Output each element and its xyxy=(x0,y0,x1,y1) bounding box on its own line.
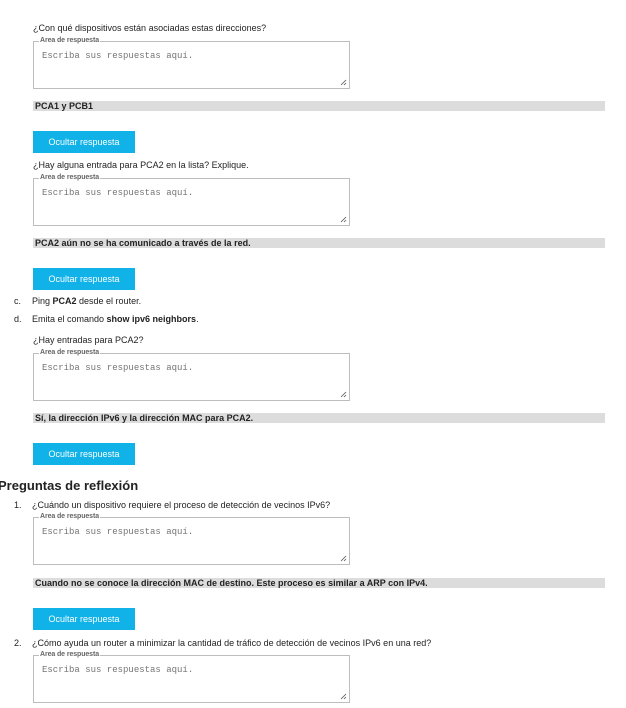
answer-area-legend: Area de respuesta xyxy=(40,174,99,181)
hide-answer-button[interactable]: Ocultar respuesta xyxy=(33,608,135,630)
answer-area-legend: Area de respuesta xyxy=(40,651,99,658)
step-bold-text: show ipv6 neighbors xyxy=(106,314,197,324)
answer-textarea[interactable] xyxy=(34,185,349,231)
step-marker: d. xyxy=(14,314,22,324)
answer-textarea[interactable] xyxy=(34,662,349,708)
answer-text: Sí, la dirección IPv6 y la dirección MAC… xyxy=(33,413,605,423)
answer-area: Area de respuesta xyxy=(33,651,350,708)
step-text: Ping xyxy=(32,296,53,306)
question-text: ¿Hay entradas para PCA2? xyxy=(33,335,144,345)
item-marker: 2. xyxy=(14,638,22,648)
answer-area-legend: Area de respuesta xyxy=(40,349,99,356)
question-text: ¿Cómo ayuda un router a minimizar la can… xyxy=(32,638,432,648)
item-marker: 1. xyxy=(14,500,22,510)
question-text: ¿Con qué dispositivos están asociadas es… xyxy=(33,23,267,33)
hide-answer-button[interactable]: Ocultar respuesta xyxy=(33,131,135,153)
resize-grip-icon[interactable] xyxy=(339,215,347,223)
answer-text: PCA2 aún no se ha comunicado a través de… xyxy=(33,238,605,248)
answer-area: Area de respuesta xyxy=(33,513,350,570)
resize-grip-icon[interactable] xyxy=(339,390,347,398)
answer-area: Area de respuesta xyxy=(33,349,350,406)
answer-area: Area de respuesta xyxy=(33,37,350,94)
question-text: ¿Hay alguna entrada para PCA2 en la list… xyxy=(33,160,249,170)
step-text: . xyxy=(196,314,199,324)
answer-area-legend: Area de respuesta xyxy=(40,513,99,520)
step-bold-text: PCA2 xyxy=(52,296,77,306)
resize-grip-icon[interactable] xyxy=(339,692,347,700)
answer-area: Area de respuesta xyxy=(33,174,350,231)
question-text: ¿Cuándo un dispositivo requiere el proce… xyxy=(32,500,331,510)
step-text: desde el router. xyxy=(76,296,142,306)
answer-textarea[interactable] xyxy=(34,48,349,94)
answer-text: Cuando no se conoce la dirección MAC de … xyxy=(33,578,605,588)
resize-grip-icon[interactable] xyxy=(339,78,347,86)
answer-area-legend: Area de respuesta xyxy=(40,37,99,44)
section-heading: Preguntas de reflexión xyxy=(0,478,139,493)
answer-textarea[interactable] xyxy=(34,524,349,570)
resize-grip-icon[interactable] xyxy=(339,554,347,562)
step-text: Emita el comando xyxy=(32,314,107,324)
step-marker: c. xyxy=(14,296,22,306)
answer-textarea[interactable] xyxy=(34,360,349,406)
hide-answer-button[interactable]: Ocultar respuesta xyxy=(33,443,135,465)
answer-text: PCA1 y PCB1 xyxy=(33,101,605,111)
hide-answer-button[interactable]: Ocultar respuesta xyxy=(33,268,135,290)
